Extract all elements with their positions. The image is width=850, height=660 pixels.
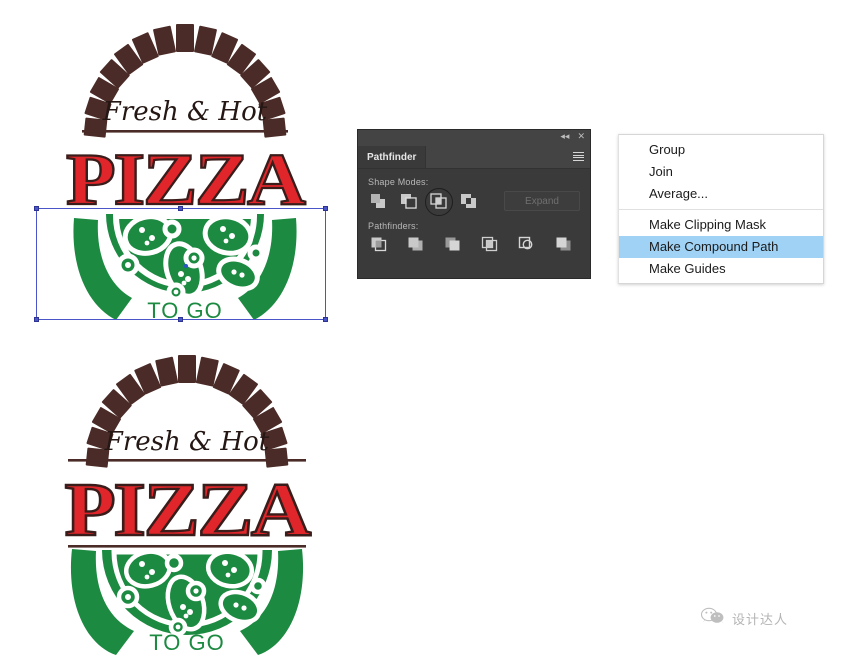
tagline-bottom: TO GO [149,630,225,655]
pizza-logo-top[interactable]: Fresh & Hot PIZZA TO GO [60,22,310,322]
pathfinder-outline-button[interactable] [516,235,536,253]
pizza-logo-bottom[interactable]: Fresh & Hot PIZZA TO GO [58,355,316,655]
panel-body: Shape Modes: Expand Pathfinders: [358,169,590,266]
shape-mode-unite-button[interactable] [368,192,388,210]
pathfinder-panel[interactable]: ◂◂ ✕ Pathfinder Shape Modes: Expand Path… [358,130,590,278]
menu-item-join[interactable]: Join [619,161,823,183]
pathfinder-trim-button[interactable] [405,235,425,253]
panel-tab-filler [426,146,590,168]
menu-item-make-compound-path-label: Make Compound Path [649,239,779,254]
panel-titlebar[interactable]: ◂◂ ✕ [358,130,590,146]
menu-item-make-clipping-mask[interactable]: Make Clipping Mask [619,214,823,236]
expand-button-label: Expand [525,195,559,207]
expand-button[interactable]: Expand [504,191,580,211]
menu-item-make-clipping-mask-label: Make Clipping Mask [649,217,767,232]
menu-item-make-guides[interactable]: Make Guides [619,258,823,280]
selection-handle-br[interactable] [323,317,328,322]
context-menu[interactable]: Group Join Average... Make Clipping Mask… [618,134,824,284]
menu-item-average[interactable]: Average... [619,183,823,205]
tab-pathfinder-label: Pathfinder [367,151,417,163]
double-chevron-left-icon[interactable]: ◂◂ [560,132,569,141]
menu-item-average-label: Average... [649,186,709,201]
divider-bottom-upper [68,459,306,462]
close-icon[interactable]: ✕ [577,132,585,141]
pathfinder-crop-button[interactable] [479,235,499,253]
pathfinder-merge-button[interactable] [442,235,462,253]
shape-mode-intersect-button[interactable] [425,188,453,216]
pathfinders-label: Pathfinders: [368,221,419,231]
panel-tab-row[interactable]: Pathfinder [358,146,590,169]
script-headline-top: Fresh & Hot [102,97,268,127]
watermark-text: 设计达人 [732,613,789,628]
menu-separator [619,209,823,210]
menu-item-group-label: Group [649,142,686,157]
menu-item-join-label: Join [649,164,673,179]
panel-menu-icon[interactable] [573,152,584,161]
path-anchor-point[interactable] [184,264,188,268]
script-headline-bottom: Fresh & Hot [104,427,270,457]
selection-handle-bl[interactable] [34,317,39,322]
tab-pathfinder[interactable]: Pathfinder [358,146,427,168]
menu-item-group[interactable]: Group [619,139,823,161]
wordmark-bottom: PIZZA [65,468,312,552]
shape-modes-row: Expand [368,188,580,216]
tagline-top: TO GO [147,298,223,322]
divider-top-upper [82,130,288,133]
menu-item-make-guides-label: Make Guides [649,261,726,276]
selection-handle-tl[interactable] [34,206,39,211]
watermark: 设计达人 [700,606,788,631]
wordmark-top: PIZZA [66,138,306,220]
shape-mode-exclude-button[interactable] [458,192,478,210]
shape-modes-label: Shape Modes: [368,177,429,187]
pathfinder-minus-back-button[interactable] [553,235,573,253]
selection-handle-tr[interactable] [323,206,328,211]
menu-item-make-compound-path[interactable]: Make Compound Path [619,236,823,258]
divider-bottom-lower [68,545,306,548]
pathfinders-row [368,235,580,253]
pathfinder-divide-button[interactable] [368,235,388,253]
artboard-canvas: Fresh & Hot PIZZA TO GO Fresh & Hot PIZZ… [0,0,850,660]
pizza-graphic-bottom: TO GO [70,549,304,655]
shape-mode-minus-front-button[interactable] [398,192,418,210]
wechat-icon [700,606,726,631]
